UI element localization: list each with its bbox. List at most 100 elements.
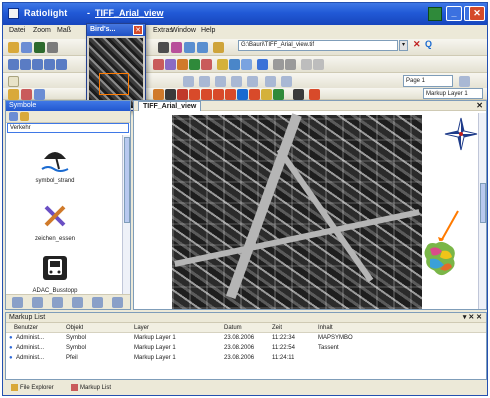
back-icon[interactable]: [184, 42, 195, 53]
symbol-tool-icon[interactable]: [72, 297, 83, 308]
symbols-scrollbar[interactable]: [122, 135, 130, 295]
popup-close-button[interactable]: ✕: [133, 25, 143, 35]
line-tool-icon[interactable]: [237, 89, 248, 100]
markup-list-controls[interactable]: ▾ ✕ ✕: [463, 313, 482, 321]
menu-zoom[interactable]: Zoom: [33, 27, 51, 34]
arrow-tool-icon[interactable]: [153, 89, 164, 100]
column-header-datum[interactable]: Datum: [224, 323, 242, 333]
path-clear-icon[interactable]: ✕: [413, 39, 421, 50]
circle-tool-icon[interactable]: [201, 89, 212, 100]
new-icon[interactable]: [8, 42, 19, 53]
title-bar[interactable]: Ratiolight - TIFF_Arial_view _ □: [3, 3, 487, 25]
table-row[interactable]: ● Administ... Symbol Markup Layer 1 23.0…: [6, 333, 486, 343]
symbol-item[interactable]: zeichen_essen: [20, 201, 90, 242]
table-row[interactable]: ● Administ... Pfeil Markup Layer 1 23.08…: [6, 353, 486, 363]
link-icon[interactable]: [229, 59, 240, 70]
column-header-layer[interactable]: Layer: [134, 323, 149, 333]
column-header-inhalt[interactable]: Inhalt: [318, 323, 333, 333]
menu-datei[interactable]: Datei: [9, 27, 25, 34]
symbol-category-select[interactable]: Verkehr: [7, 123, 129, 133]
symbols-folder-icon[interactable]: [9, 112, 18, 121]
page-select[interactable]: Page 1: [403, 75, 453, 87]
viewport-frame[interactable]: [99, 73, 129, 95]
forward-icon[interactable]: [197, 42, 208, 53]
color-swatch-icon[interactable]: [309, 89, 320, 100]
tab-markup-list[interactable]: Markup List: [71, 384, 111, 393]
zoom-fit-icon[interactable]: [44, 59, 55, 70]
rect-tool-icon[interactable]: [189, 89, 200, 100]
redline-icon[interactable]: [201, 59, 212, 70]
close-button[interactable]: ✕: [469, 6, 485, 21]
mirror-icon[interactable]: [247, 76, 258, 87]
text-tool-icon[interactable]: [225, 89, 236, 100]
symbols-add-icon[interactable]: [20, 112, 29, 121]
first-page-icon[interactable]: [183, 76, 194, 87]
symbol-tool-icon[interactable]: [112, 297, 123, 308]
path-input[interactable]: G:\Bauri\TIFF_Arial_view.tif: [238, 40, 398, 51]
symbol-item[interactable]: symbol_strand: [20, 143, 90, 184]
settings-icon[interactable]: [301, 59, 312, 70]
folder-icon[interactable]: [213, 42, 224, 53]
zoom-window-icon[interactable]: [32, 59, 43, 70]
menu-extras[interactable]: Extras: [153, 27, 173, 34]
hand-tool-icon[interactable]: [261, 89, 272, 100]
open-icon[interactable]: [21, 42, 32, 53]
pan-icon[interactable]: [8, 76, 19, 87]
cloud-tool-icon[interactable]: [213, 89, 224, 100]
symbol-tool-icon[interactable]: [12, 297, 23, 308]
print-icon[interactable]: [47, 42, 58, 53]
column-header-benutzer[interactable]: Benutzer: [14, 323, 38, 333]
pen-tool-icon[interactable]: [165, 89, 176, 100]
menu-mass[interactable]: Maß: [57, 27, 71, 34]
import-markup-icon[interactable]: [34, 89, 45, 100]
tray-icon[interactable]: [428, 7, 442, 21]
delete-markup-icon[interactable]: [21, 89, 32, 100]
path-search-icon[interactable]: Q: [425, 39, 432, 49]
copy-icon[interactable]: [273, 59, 284, 70]
rotate-icon[interactable]: [215, 76, 226, 87]
column-header-objekt[interactable]: Objekt: [66, 323, 83, 333]
measure-tool-icon[interactable]: [273, 89, 284, 100]
zoom-width-icon[interactable]: [56, 59, 67, 70]
symbol-tool-icon[interactable]: [52, 297, 63, 308]
aerial-thumbnail[interactable]: [89, 38, 143, 108]
path-dropdown-arrow[interactable]: ▾: [399, 40, 408, 51]
layers-icon[interactable]: [257, 59, 268, 70]
layer-select[interactable]: Markup Layer 1: [423, 88, 483, 99]
tab-tiff-arial-view[interactable]: TIFF_Arial_view: [138, 101, 202, 111]
symbol-tool-icon[interactable]: [92, 297, 103, 308]
document-scrollbar-thumb[interactable]: [480, 183, 486, 223]
document-close-icon[interactable]: ✕: [476, 101, 483, 110]
markup-icon[interactable]: [153, 59, 164, 70]
menu-help[interactable]: Help: [201, 27, 215, 34]
next-page-icon[interactable]: [265, 76, 276, 87]
aerial-image[interactable]: [172, 113, 422, 309]
menu-window[interactable]: Window: [171, 27, 196, 34]
zoom-out-icon[interactable]: [20, 59, 31, 70]
stamp-icon[interactable]: [177, 59, 188, 70]
table-row[interactable]: ● Administ... Symbol Markup Layer 1 23.0…: [6, 343, 486, 353]
polygon-icon[interactable]: [165, 59, 176, 70]
measure-icon[interactable]: [189, 59, 200, 70]
tab-file-explorer[interactable]: File Explorer: [11, 384, 54, 393]
birds-eye-popup[interactable]: Bird's... ✕: [86, 23, 146, 111]
color-pen-icon[interactable]: [293, 89, 304, 100]
document-scrollbar[interactable]: [478, 113, 486, 309]
minimize-button[interactable]: _: [446, 6, 462, 21]
filter-icon[interactable]: [171, 42, 182, 53]
heart-tool-icon[interactable]: [177, 89, 188, 100]
stamp-tool-icon[interactable]: [249, 89, 260, 100]
page-nav-icon[interactable]: [459, 76, 470, 87]
save-icon[interactable]: [34, 42, 45, 53]
highlight-icon[interactable]: [217, 59, 228, 70]
export-icon[interactable]: [313, 59, 324, 70]
symbol-tool-icon[interactable]: [32, 297, 43, 308]
symbol-item[interactable]: ADAC_Busstopp: [20, 253, 90, 294]
search-icon[interactable]: [241, 59, 252, 70]
zoom-in-icon[interactable]: [8, 59, 19, 70]
grid-icon[interactable]: [158, 42, 169, 53]
prev-page-icon[interactable]: [199, 76, 210, 87]
new-markup-icon[interactable]: [8, 89, 19, 100]
fit-icon[interactable]: [231, 76, 242, 87]
column-header-zeit[interactable]: Zeit: [272, 323, 282, 333]
